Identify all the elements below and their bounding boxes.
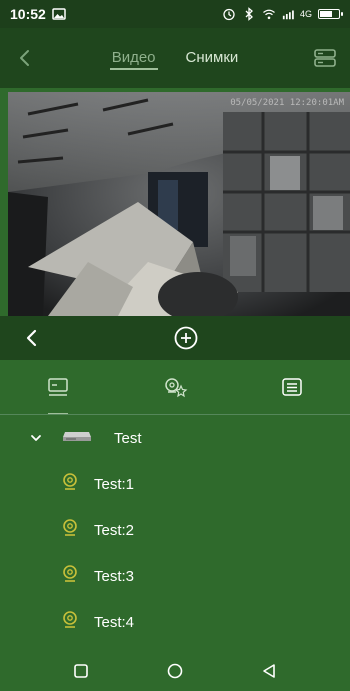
camera-row[interactable]: Test:3 xyxy=(0,553,350,599)
player-control-bar xyxy=(0,316,350,360)
device-label: Test xyxy=(114,429,142,447)
gallery-icon xyxy=(52,7,66,21)
device-tree: Test Test:1 Test:2 Test:3 Test:4 xyxy=(0,415,350,645)
recent-apps-icon[interactable] xyxy=(69,659,93,683)
add-circle-icon[interactable] xyxy=(171,323,201,353)
tab-video[interactable]: Видео xyxy=(109,47,158,70)
network-label: 4G xyxy=(299,9,312,19)
top-bar: Видео Снимки xyxy=(0,28,350,88)
home-icon[interactable] xyxy=(163,659,187,683)
video-timestamp: 05/05/2021 12:20:01AM xyxy=(230,98,344,108)
camera-label: Test:3 xyxy=(94,567,135,585)
device-list-icon[interactable] xyxy=(38,367,78,415)
signal-icon xyxy=(282,7,296,21)
camera-label: Test:2 xyxy=(94,521,135,539)
camera-icon xyxy=(62,519,78,541)
status-left: 10:52 xyxy=(10,6,66,22)
chevron-down-icon[interactable] xyxy=(30,430,42,447)
back-chevron-icon[interactable] xyxy=(12,45,38,71)
menu-list-icon[interactable] xyxy=(272,367,312,407)
camera-row[interactable]: Test:4 xyxy=(0,599,350,645)
camera-icon xyxy=(62,473,78,495)
camera-frame-image xyxy=(8,92,350,316)
camera-icon xyxy=(62,565,78,587)
list-mode-tabs xyxy=(0,360,350,415)
dvr-icon xyxy=(62,428,92,448)
chevron-left-icon[interactable] xyxy=(18,324,46,352)
alarm-icon xyxy=(222,7,236,21)
battery-icon xyxy=(318,9,343,19)
camera-row[interactable]: Test:1 xyxy=(0,461,350,507)
camera-label: Test:1 xyxy=(94,475,135,493)
back-icon[interactable] xyxy=(257,659,281,683)
status-right: 4G xyxy=(222,7,343,21)
device-stack-icon[interactable] xyxy=(312,45,338,71)
status-time: 10:52 xyxy=(10,6,46,22)
favorites-icon[interactable] xyxy=(155,367,195,407)
camera-row[interactable]: Test:2 xyxy=(0,507,350,553)
status-bar: 10:52 4G xyxy=(0,0,350,28)
camera-label: Test:4 xyxy=(94,613,135,631)
camera-icon xyxy=(62,611,78,633)
device-row[interactable]: Test xyxy=(0,415,350,461)
video-player[interactable]: 05/05/2021 12:20:01AM xyxy=(8,92,350,316)
system-nav-bar xyxy=(0,650,350,691)
video-snapshot-tabs: Видео Снимки xyxy=(109,47,241,70)
wifi-icon xyxy=(262,7,276,21)
bluetooth-icon xyxy=(242,7,256,21)
tab-snapshots[interactable]: Снимки xyxy=(184,47,241,70)
